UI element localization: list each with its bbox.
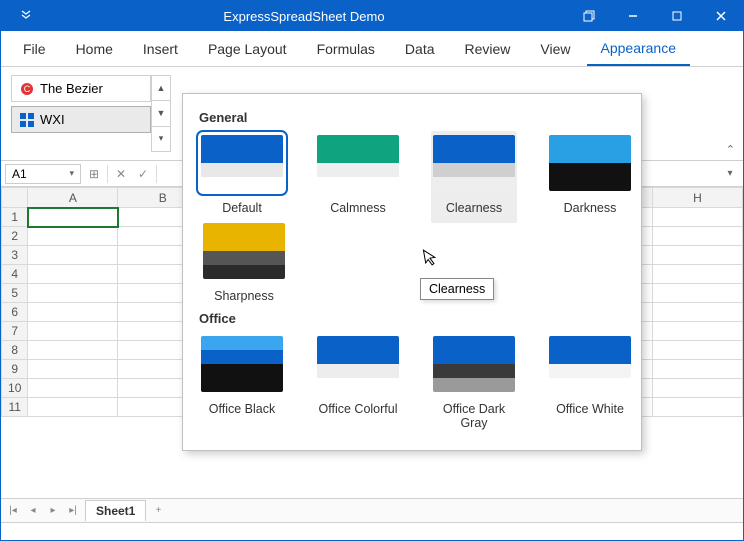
quick-access-dropdown-icon[interactable] xyxy=(11,10,41,23)
theme-item-wxi[interactable]: WXI xyxy=(11,106,151,133)
divider xyxy=(156,165,157,183)
statusbar xyxy=(1,522,743,540)
theme-selector-spin: ▲ ▼ ▾ xyxy=(151,75,171,152)
row-header[interactable]: 9 xyxy=(2,360,28,379)
tab-home[interactable]: Home xyxy=(62,33,127,65)
row-header[interactable]: 5 xyxy=(2,284,28,303)
theme-label: Office Dark Gray xyxy=(431,402,517,430)
row-header[interactable]: 11 xyxy=(2,398,28,417)
theme-label: Sharpness xyxy=(199,289,289,303)
theme-label: Office White xyxy=(547,402,633,416)
theme-label: Clearness xyxy=(431,201,517,215)
row-header[interactable]: 8 xyxy=(2,341,28,360)
titlebar-title: ExpressSpreadSheet Demo xyxy=(41,9,567,24)
theme-office-white[interactable]: Office White xyxy=(547,336,633,430)
theme-label: Calmness xyxy=(315,201,401,215)
tab-view[interactable]: View xyxy=(526,33,584,65)
theme-gallery-popup: General Default Calmness Clearness Darkn… xyxy=(182,93,642,451)
theme-label: Darkness xyxy=(547,201,633,215)
confirm-icon[interactable]: ✓ xyxy=(134,167,152,181)
theme-item-label: The Bezier xyxy=(40,81,103,96)
spin-up-icon[interactable]: ▲ xyxy=(152,76,170,101)
tab-nav-first-icon[interactable]: |◂ xyxy=(5,505,21,516)
gallery-section-title: General xyxy=(199,110,633,125)
minimize-button[interactable] xyxy=(611,1,655,31)
tab-file[interactable]: File xyxy=(9,33,60,65)
tab-appearance[interactable]: Appearance xyxy=(587,32,691,66)
row-header[interactable]: 2 xyxy=(2,227,28,246)
theme-selector: C The Bezier WXI xyxy=(11,75,151,152)
row-header[interactable]: 6 xyxy=(2,303,28,322)
row-header[interactable]: 3 xyxy=(2,246,28,265)
tooltip: Clearness xyxy=(420,278,494,300)
theme-label: Office Colorful xyxy=(315,402,401,416)
theme-office-colorful[interactable]: Office Colorful xyxy=(315,336,401,430)
wxi-icon xyxy=(20,113,34,127)
chevron-down-icon[interactable]: ▾ xyxy=(69,168,74,179)
spin-dropdown-icon[interactable]: ▾ xyxy=(152,127,170,151)
col-header[interactable]: A xyxy=(28,188,118,208)
grid-icon[interactable]: ⊞ xyxy=(85,167,103,181)
theme-office-black[interactable]: Office Black xyxy=(199,336,285,430)
spin-down-icon[interactable]: ▼ xyxy=(152,101,170,126)
theme-item-bezier[interactable]: C The Bezier xyxy=(11,75,151,102)
theme-label: Default xyxy=(199,201,285,215)
tab-formulas[interactable]: Formulas xyxy=(303,33,389,65)
theme-office-dark-gray[interactable]: Office Dark Gray xyxy=(431,336,517,430)
name-box[interactable]: A1 ▾ xyxy=(5,164,81,184)
tab-review[interactable]: Review xyxy=(451,33,525,65)
tab-page-layout[interactable]: Page Layout xyxy=(194,33,301,65)
tab-nav-next-icon[interactable]: ▸ xyxy=(45,505,61,516)
theme-item-label: WXI xyxy=(40,112,65,127)
theme-default[interactable]: Default xyxy=(199,135,285,215)
add-sheet-icon[interactable]: + xyxy=(150,505,166,516)
tab-data[interactable]: Data xyxy=(391,33,449,65)
tab-nav-prev-icon[interactable]: ◂ xyxy=(25,505,41,516)
theme-sharpness[interactable]: Sharpness xyxy=(199,223,289,303)
titlebar: ExpressSpreadSheet Demo xyxy=(1,1,743,31)
row-header[interactable]: 7 xyxy=(2,322,28,341)
col-header[interactable]: H xyxy=(653,188,743,208)
maximize-button[interactable] xyxy=(655,1,699,31)
sheet-tab-bar: |◂ ◂ ▸ ▸| Sheet1 + xyxy=(1,498,743,522)
tab-nav-last-icon[interactable]: ▸| xyxy=(65,505,81,516)
window-controls xyxy=(567,1,743,31)
cell[interactable] xyxy=(28,208,118,227)
ribbon-tabs: File Home Insert Page Layout Formulas Da… xyxy=(1,31,743,67)
theme-darkness[interactable]: Darkness xyxy=(547,135,633,215)
select-all-corner[interactable] xyxy=(2,188,28,208)
theme-label: Office Black xyxy=(199,402,285,416)
expand-formula-icon[interactable]: ▾ xyxy=(721,168,739,179)
gallery-section-title: Office xyxy=(199,311,633,326)
row-header[interactable]: 4 xyxy=(2,265,28,284)
cancel-icon[interactable]: ✕ xyxy=(112,167,130,181)
name-box-value: A1 xyxy=(12,167,27,181)
restore-button[interactable] xyxy=(567,1,611,31)
collapse-ribbon-icon[interactable]: ⌃ xyxy=(726,143,735,156)
theme-calmness[interactable]: Calmness xyxy=(315,135,401,215)
svg-text:C: C xyxy=(24,84,31,94)
close-button[interactable] xyxy=(699,1,743,31)
row-header[interactable]: 1 xyxy=(2,208,28,227)
tab-insert[interactable]: Insert xyxy=(129,33,192,65)
divider xyxy=(107,165,108,183)
sheet-tab[interactable]: Sheet1 xyxy=(85,500,146,521)
bezier-icon: C xyxy=(20,82,34,96)
row-header[interactable]: 10 xyxy=(2,379,28,398)
theme-clearness[interactable]: Clearness xyxy=(431,131,517,223)
